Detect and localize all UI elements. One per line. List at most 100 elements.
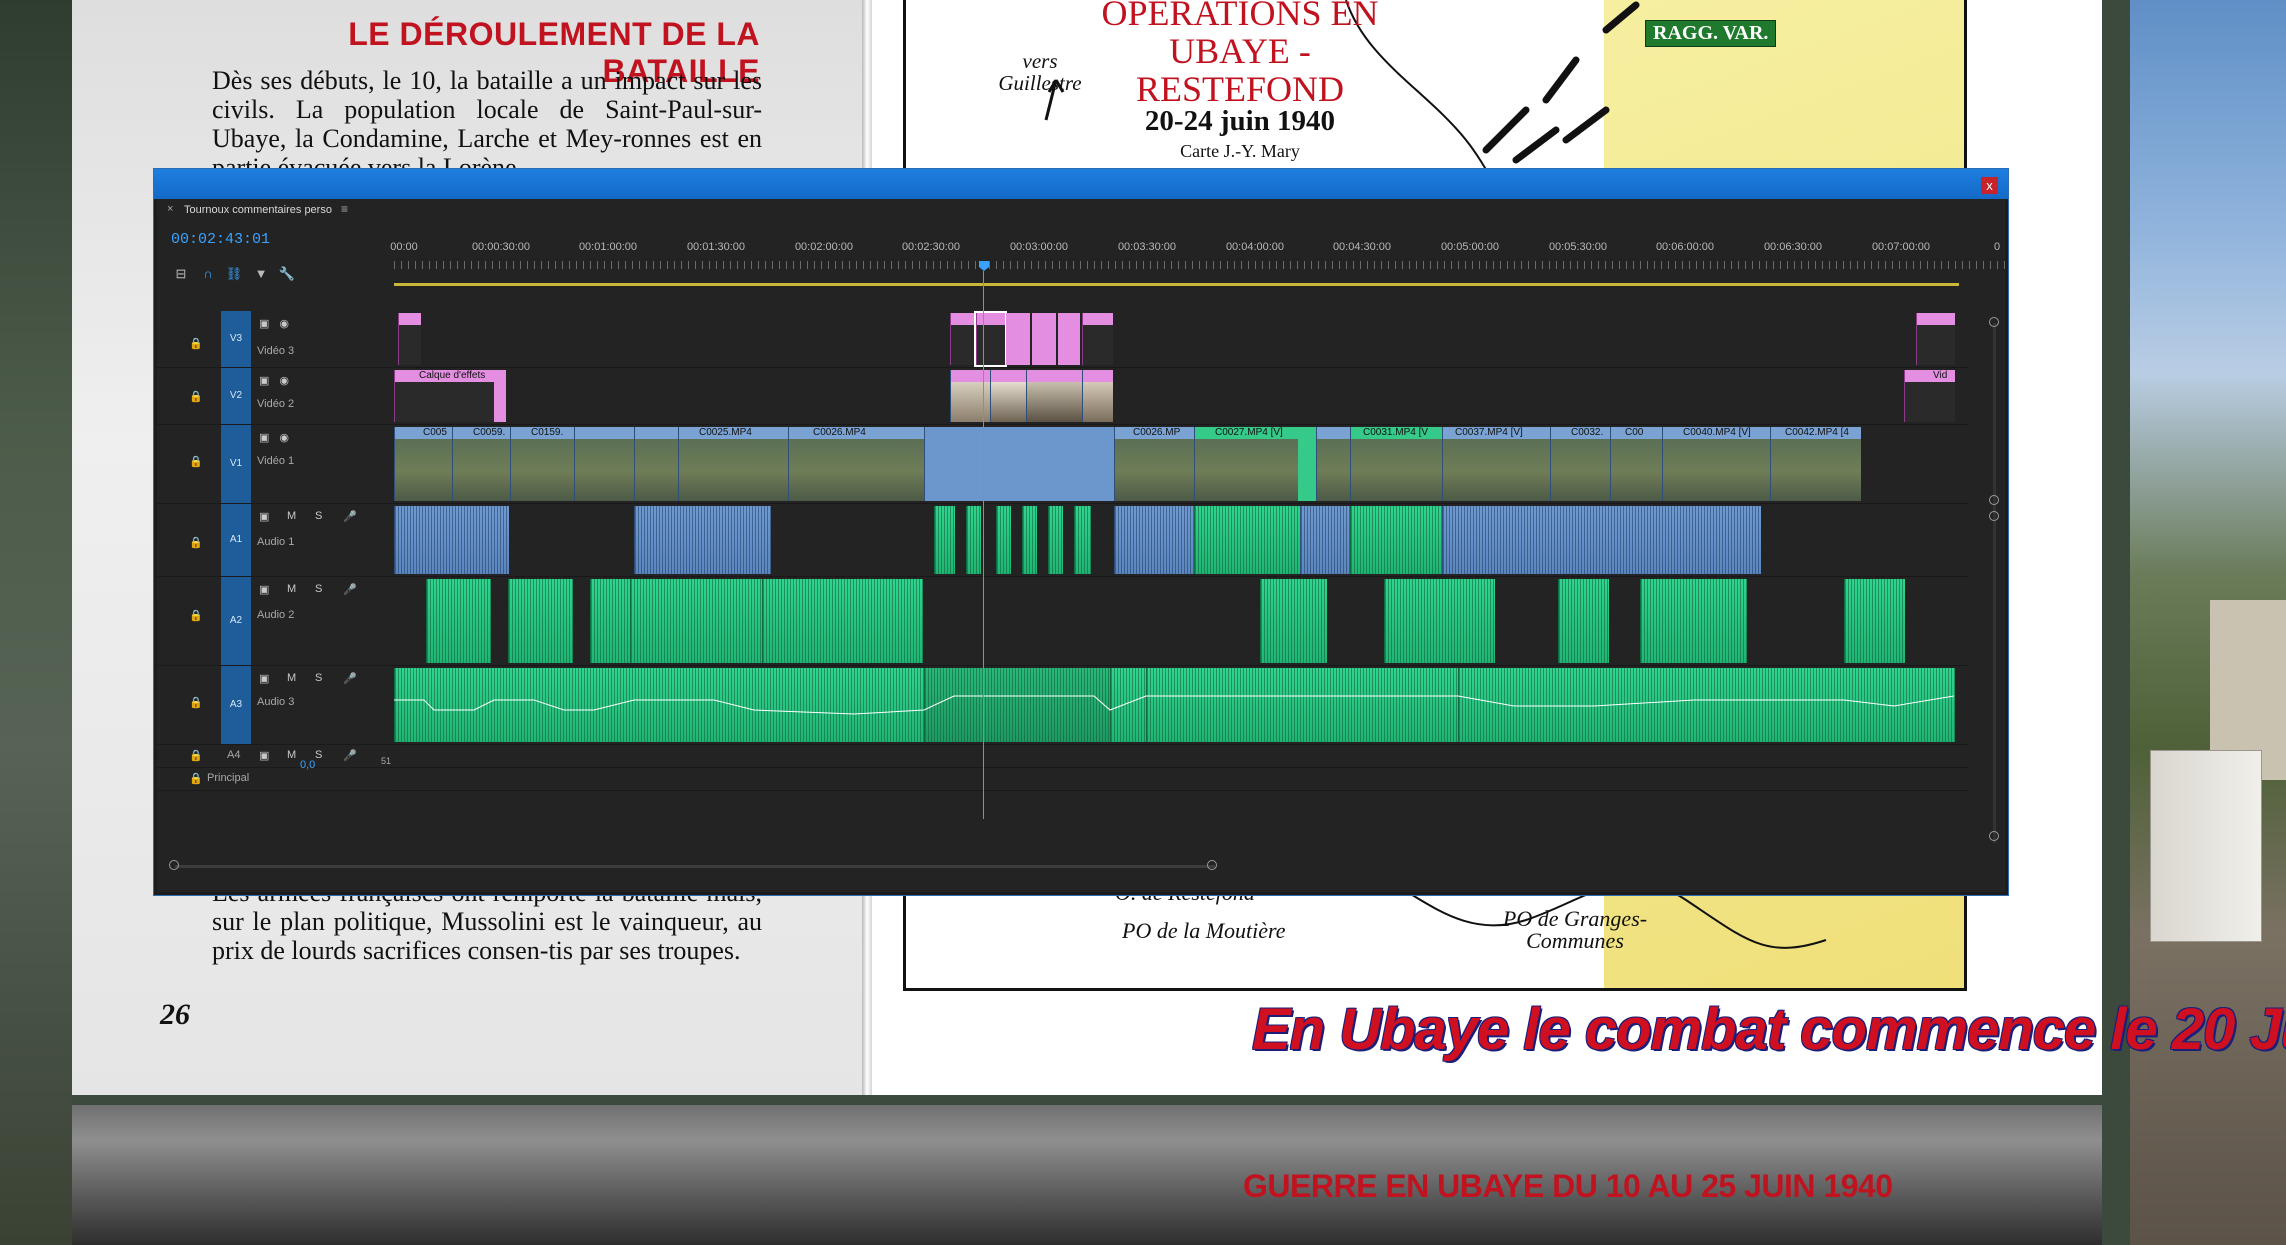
track-target-a1[interactable]: A1 xyxy=(221,504,251,576)
clip-adjustment[interactable] xyxy=(950,313,977,365)
playhead-handle[interactable] xyxy=(979,261,989,271)
clip-effects-layer[interactable]: Calque d'effets xyxy=(394,370,495,422)
clip-audio[interactable] xyxy=(1300,506,1351,574)
clip-audio[interactable] xyxy=(1384,579,1495,663)
clip-audio[interactable] xyxy=(630,579,763,663)
work-area-bar[interactable] xyxy=(394,283,1959,286)
clip-audio[interactable] xyxy=(1558,579,1609,663)
clip-adjustment[interactable] xyxy=(1058,313,1080,365)
lock-icon[interactable]: 🔒 xyxy=(189,772,203,785)
window-titlebar[interactable]: x xyxy=(154,169,2008,199)
track-toggle-icons[interactable]: ▣◉ xyxy=(259,374,299,387)
clip-adjustment[interactable] xyxy=(1916,313,1955,365)
scrollbar-handle-end[interactable] xyxy=(1207,860,1217,870)
clip-video[interactable]: C0040.MP4 [V] xyxy=(1662,427,1771,501)
clip-audio[interactable] xyxy=(996,506,1011,574)
lock-icon[interactable]: 🔒 xyxy=(189,455,203,468)
clip-audio[interactable] xyxy=(1640,579,1747,663)
clip-audio[interactable] xyxy=(762,579,923,663)
track-toggle-icons[interactable]: ▣ xyxy=(259,583,279,596)
vscroll-handle-top[interactable] xyxy=(1989,317,1999,327)
clip-video[interactable]: C0026.MP4 xyxy=(788,427,925,501)
microphone-icon[interactable]: 🎤 xyxy=(343,749,367,762)
lock-icon[interactable]: 🔒 xyxy=(189,337,203,350)
clip-audio[interactable] xyxy=(634,506,771,574)
linked-selection-icon[interactable]: ⛓ xyxy=(225,267,243,281)
lock-icon[interactable]: 🔒 xyxy=(189,696,203,709)
vertical-scrollbar[interactable] xyxy=(1993,323,1996,843)
solo-button[interactable]: S xyxy=(315,672,332,684)
clip-adjustment[interactable] xyxy=(1032,313,1056,365)
track-id-a4[interactable]: A4 xyxy=(227,749,240,761)
clip-audio[interactable] xyxy=(1022,506,1037,574)
clip-video[interactable] xyxy=(574,427,635,501)
clip-archive-photo[interactable] xyxy=(1082,370,1113,422)
clip-video[interactable]: C0025.MP4 xyxy=(678,427,789,501)
clip-audio[interactable] xyxy=(1260,579,1327,663)
track-target-a2[interactable]: A2 xyxy=(221,577,251,665)
clip-archive-photo[interactable] xyxy=(1026,370,1083,422)
clip-audio[interactable] xyxy=(1350,506,1443,574)
track-toggle-icons[interactable]: ▣◉ xyxy=(259,431,299,444)
clip-archive-photo[interactable] xyxy=(990,370,1027,422)
master-volume-value[interactable]: 0,0 xyxy=(300,759,315,771)
clip-audio[interactable] xyxy=(394,506,509,574)
lock-icon[interactable]: 🔒 xyxy=(189,609,203,622)
sequence-tab[interactable]: Tournoux commentaires perso xyxy=(184,204,332,216)
clip-audio[interactable] xyxy=(508,579,573,663)
track-toggle-icons[interactable]: ▣◉ xyxy=(259,317,299,330)
clip-audio[interactable] xyxy=(1194,506,1301,574)
timeline-settings-icon[interactable]: 🔧 xyxy=(278,267,296,281)
clip-adjustment-selected[interactable] xyxy=(974,311,1007,367)
time-ruler[interactable]: 00:00 00:00:30:00 00:01:00:00 00:01:30:0… xyxy=(390,221,2005,269)
tab-close-icon[interactable]: × xyxy=(167,203,173,215)
clip-video-end[interactable]: Vid xyxy=(1904,370,1955,422)
clip-video-audio-only-region[interactable] xyxy=(924,427,1115,501)
clip-video[interactable]: C00 xyxy=(1610,427,1663,501)
clip-adjustment[interactable] xyxy=(1006,313,1030,365)
panel-menu-icon[interactable]: ≡ xyxy=(341,202,348,216)
clip-audio[interactable] xyxy=(426,579,491,663)
clip-adjustment[interactable] xyxy=(1082,313,1113,365)
track-target-v2[interactable]: V2 xyxy=(221,368,251,424)
clip-audio[interactable] xyxy=(1048,506,1063,574)
window-close-button[interactable]: x xyxy=(1981,177,1998,194)
horizontal-scrollbar[interactable] xyxy=(175,865,1215,868)
clip-adjustment[interactable] xyxy=(494,370,506,422)
track-target-v1[interactable]: V1 xyxy=(221,425,251,503)
track-target-a3[interactable]: A3 xyxy=(221,666,251,744)
clip-audio[interactable] xyxy=(1074,506,1091,574)
solo-button[interactable]: S xyxy=(315,510,332,522)
clip-audio[interactable] xyxy=(1844,579,1905,663)
track-toggle-icons[interactable]: ▣ xyxy=(259,510,279,523)
microphone-icon[interactable]: 🎤 xyxy=(343,583,367,596)
track-target-v3[interactable]: V3 xyxy=(221,311,251,367)
playhead-timecode[interactable]: 00:02:43:01 xyxy=(171,231,270,248)
clip-audio[interactable] xyxy=(934,506,955,574)
lock-icon[interactable]: 🔒 xyxy=(189,536,203,549)
clip-archive-photo[interactable] xyxy=(950,370,991,422)
clip-video[interactable]: C0027.MP4 [V] xyxy=(1194,427,1299,501)
vscroll-handle-bottom[interactable] xyxy=(1989,831,1999,841)
mute-button[interactable]: M xyxy=(287,672,306,684)
lock-icon[interactable]: 🔒 xyxy=(189,749,203,762)
clip-audio[interactable] xyxy=(1114,506,1195,574)
solo-button[interactable]: S xyxy=(315,749,332,761)
solo-button[interactable]: S xyxy=(315,583,332,595)
clip-video[interactable]: C0159. xyxy=(510,427,575,501)
clip-audio[interactable] xyxy=(1442,506,1761,574)
mute-button[interactable]: M xyxy=(287,510,306,522)
clip-video[interactable] xyxy=(634,427,679,501)
clip-adjustment[interactable] xyxy=(398,313,421,365)
clip-video[interactable]: C0031.MP4 [V xyxy=(1350,427,1443,501)
snap-icon[interactable]: ∩ xyxy=(199,267,217,281)
clip-video[interactable]: C005 xyxy=(394,427,453,501)
clip-audio[interactable] xyxy=(966,506,981,574)
clip-audio[interactable] xyxy=(590,579,631,663)
volume-keyframe-line[interactable] xyxy=(394,666,1954,744)
clip-video[interactable]: C0059. xyxy=(452,427,511,501)
clip-video[interactable] xyxy=(1316,427,1351,501)
clip-video[interactable] xyxy=(1298,427,1316,501)
scrollbar-handle-start[interactable] xyxy=(169,860,179,870)
vscroll-handle-mid[interactable] xyxy=(1989,495,1999,505)
